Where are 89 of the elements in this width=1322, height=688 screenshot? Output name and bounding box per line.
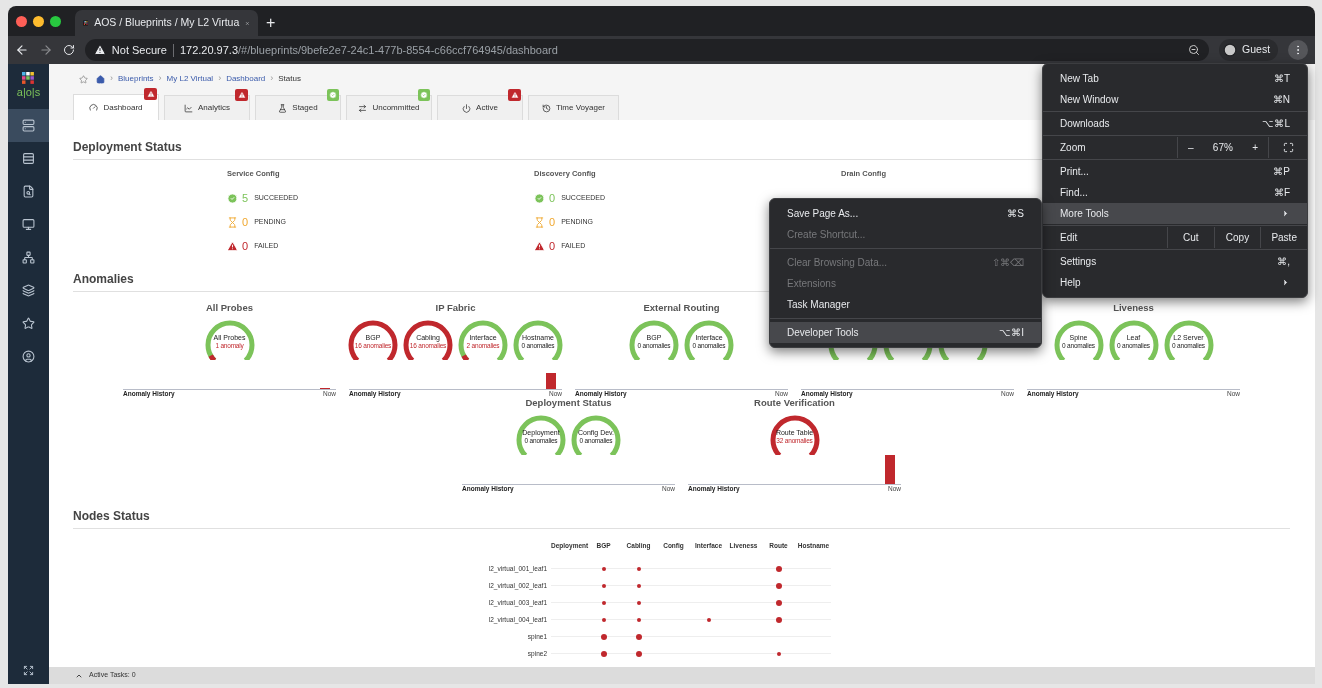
status-count: 5 [242, 190, 249, 206]
section-title: Nodes Status [73, 509, 150, 523]
breadcrumb-link[interactable]: Blueprints [118, 73, 154, 85]
breadcrumb-separator: › [158, 72, 162, 86]
status-count: 0 [242, 238, 249, 254]
zoom-value: 67% [1212, 141, 1233, 155]
breadcrumb-separator: › [110, 72, 113, 86]
expand-icon[interactable] [23, 665, 34, 676]
reload-icon[interactable] [62, 44, 75, 56]
arrows-icon [358, 103, 368, 113]
star-icon [22, 317, 35, 330]
menu-item[interactable]: Settings ⌘, [1043, 251, 1307, 272]
rows-icon [22, 152, 35, 165]
browser-tab[interactable]: AOS / Blueprints / My L2 Virtua [75, 10, 258, 36]
section-title: Anomalies [73, 272, 134, 286]
menu-item[interactable]: Developer Tools ⌥⌘I [770, 322, 1041, 343]
page-tab[interactable]: Analytics [164, 95, 250, 120]
user-icon [22, 350, 35, 363]
home-icon[interactable] [96, 74, 105, 84]
status-count: 0 [549, 214, 556, 230]
page-tab[interactable]: Staged [255, 95, 341, 120]
status-count: 0 [242, 214, 249, 230]
page-tab[interactable]: Uncommitted [346, 95, 432, 120]
zoom-in-button[interactable]: + [1252, 140, 1258, 155]
status-count: 0 [549, 190, 556, 206]
menu-item[interactable]: Downloads ⌥⌘L [1043, 113, 1307, 134]
breadcrumb-current: Status [278, 73, 301, 85]
power-icon [462, 103, 472, 113]
menu-item[interactable]: Find... ⌘F [1043, 182, 1307, 203]
status-count: 0 [549, 238, 556, 254]
tab-title: AOS / Blueprints / My L2 Virtua [94, 15, 240, 31]
logo-mark-icon [22, 72, 35, 84]
breadcrumb-link[interactable]: Dashboard [226, 73, 266, 85]
profile-chip[interactable]: Guest [1219, 39, 1279, 61]
zoom-window-control[interactable] [50, 15, 61, 27]
edit-action-button[interactable]: Copy [1213, 227, 1261, 248]
edit-action-button[interactable]: Cut [1167, 227, 1214, 248]
app-logo-icon [83, 17, 89, 29]
section-title: Deployment Status [73, 140, 182, 154]
monitor-icon [22, 218, 35, 231]
chart-icon [184, 103, 193, 113]
address-bar[interactable]: Not Secure 172.20.97.3/#/blueprints/9befe2e7-24c1-477b-8554-c66ccf764945/dashboard [84, 39, 1210, 61]
back-icon[interactable] [15, 43, 29, 57]
page-tab[interactable]: Active [437, 95, 523, 120]
document-search-icon [22, 185, 35, 198]
menu-item[interactable]: New Tab ⌘T [1043, 68, 1307, 89]
layers-icon [22, 284, 35, 297]
probe-group-title: External Routing [643, 300, 720, 315]
menu-item[interactable]: Print... ⌘P [1043, 161, 1307, 182]
url-path: /#/blueprints/9befe2e7-24c1-477b-8554-c66ccf764945/dashboard [238, 42, 559, 58]
avatar-icon [1223, 43, 1238, 57]
edit-action-button[interactable]: Paste [1260, 227, 1307, 248]
new-tab-button[interactable]: + [264, 14, 278, 32]
logo-text: a|o|s [16, 85, 41, 99]
zoom-out-button[interactable]: – [1188, 140, 1194, 155]
network-icon [22, 251, 35, 264]
page-tab[interactable]: Dashboard [73, 94, 159, 120]
fullscreen-icon [1282, 142, 1294, 153]
page-tab[interactable]: Time Voyager [528, 95, 619, 120]
star-icon[interactable] [79, 74, 88, 84]
hourglass-icon [227, 216, 238, 228]
menu-item[interactable]: New Window ⌘N [1043, 89, 1307, 110]
menu-item[interactable]: Help [1043, 272, 1307, 293]
probe-group-title: IP Fabric [435, 300, 476, 315]
breadcrumb-separator: › [270, 72, 274, 86]
warning-icon [93, 44, 106, 56]
menu-item[interactable]: Save Page As... ⌘S [770, 203, 1041, 224]
gauge-icon [89, 103, 99, 112]
warning-icon [227, 240, 238, 252]
check-icon [227, 192, 238, 204]
flask-icon [278, 103, 288, 113]
security-label: Not Secure [111, 42, 167, 58]
menu-item[interactable]: More Tools [1043, 203, 1307, 224]
server-icon [22, 119, 35, 132]
sidebar-item[interactable] [8, 109, 49, 142]
menu-item[interactable]: Task Manager [770, 294, 1041, 315]
probe-group-title: Liveness [1113, 300, 1154, 315]
history-icon [541, 103, 551, 113]
check-icon [534, 192, 545, 204]
warning-icon [534, 240, 545, 252]
breadcrumb-separator: › [218, 72, 222, 86]
probe-group-title: All Probes [206, 300, 253, 315]
zoom-icon[interactable] [1188, 44, 1201, 56]
forward-icon[interactable] [38, 43, 53, 57]
breadcrumb-link[interactable]: My L2 Virtual [166, 73, 214, 85]
url-host: 172.20.97.3 [179, 42, 238, 58]
hourglass-icon [534, 216, 545, 228]
minimize-window-control[interactable] [33, 15, 44, 27]
close-window-control[interactable] [16, 15, 27, 27]
